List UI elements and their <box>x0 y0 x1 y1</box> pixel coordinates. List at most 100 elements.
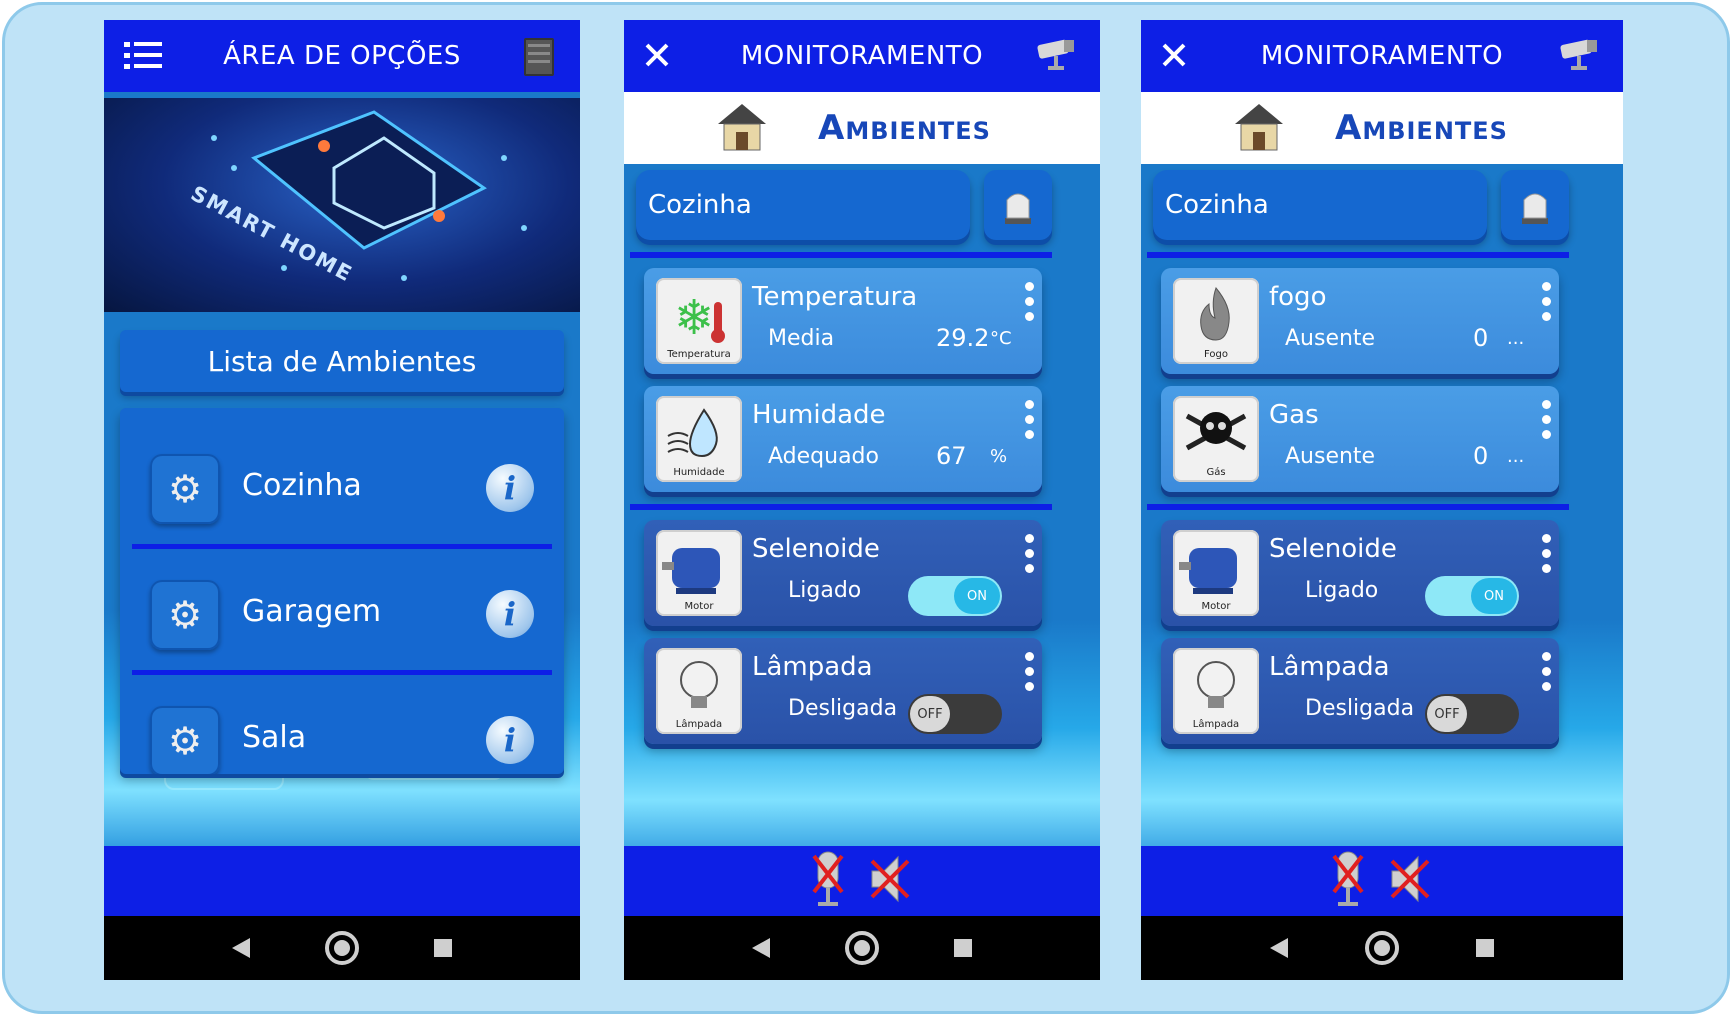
actuator-title: Selenoide <box>1269 534 1397 564</box>
humidity-icon: Humidade <box>656 396 742 482</box>
house-icon <box>1231 98 1287 158</box>
home-icon[interactable] <box>844 931 879 965</box>
power-toggle[interactable]: ON <box>1425 576 1519 616</box>
divider <box>630 504 1052 510</box>
sensor-card-gas[interactable]: Gás Gas Ausente 0 ... <box>1161 386 1559 492</box>
gear-icon[interactable]: ⚙ <box>150 454 220 524</box>
actuator-title: Selenoide <box>752 534 880 564</box>
microphone-muted-icon[interactable] <box>1330 848 1366 914</box>
recent-apps-icon[interactable] <box>434 939 453 957</box>
divider <box>630 252 1052 258</box>
list-item[interactable]: ⚙ Garagem i <box>120 534 564 658</box>
speaker-muted-icon[interactable] <box>866 851 914 911</box>
sensor-title: Temperatura <box>752 282 918 312</box>
sensor-card-humidity[interactable]: Humidade Humidade Adequado 67 % <box>644 386 1042 492</box>
temperature-icon: ❄ Temperatura <box>656 278 742 364</box>
system-nav-bar <box>104 916 580 980</box>
divider <box>1147 504 1569 510</box>
more-options-icon[interactable] <box>1542 282 1551 321</box>
environment-name: Cozinha <box>242 468 362 503</box>
actuator-title: Lâmpada <box>752 652 873 682</box>
environment-name: Sala <box>242 720 307 755</box>
environment-list: ⚙ Cozinha i ⚙ Garagem i ⚙ Sala i <box>120 408 564 774</box>
sensor-unit: °C <box>990 328 1012 349</box>
speaker-muted-icon[interactable] <box>1386 851 1434 911</box>
camera-icon[interactable] <box>1034 34 1078 81</box>
gear-icon[interactable]: ⚙ <box>150 580 220 650</box>
fire-icon: Fogo <box>1173 278 1259 364</box>
actuator-card-solenoid[interactable]: Motor Selenoide Ligado ON <box>644 520 1042 626</box>
alarm-icon[interactable] <box>1501 170 1569 240</box>
alarm-icon[interactable] <box>984 170 1052 240</box>
toggle-label: OFF <box>910 696 950 732</box>
bottom-bar <box>1141 846 1623 916</box>
microphone-muted-icon[interactable] <box>810 848 846 914</box>
info-icon[interactable]: i <box>486 716 534 764</box>
more-options-icon[interactable] <box>1025 400 1034 439</box>
monitoring-screen-2: MONITORAMENTO Ambientes Cozinha Fogo fog… <box>1141 20 1623 980</box>
actuator-status: Ligado <box>788 578 862 603</box>
camera-icon[interactable] <box>1557 34 1601 81</box>
sensor-status: Adequado <box>768 444 879 469</box>
sensor-title: fogo <box>1269 282 1327 312</box>
power-toggle[interactable]: OFF <box>908 694 1002 734</box>
environment-list-header: Lista de Ambientes <box>120 330 564 392</box>
sensor-unit: % <box>990 446 1008 467</box>
tile-caption: Motor <box>1201 601 1231 612</box>
home-icon[interactable] <box>324 931 359 965</box>
gear-icon[interactable]: ⚙ <box>150 706 220 774</box>
motor-icon: Motor <box>1173 530 1259 616</box>
actuator-card-lamp[interactable]: Lâmpada Lâmpada Desligada OFF <box>1161 638 1559 744</box>
actuator-card-solenoid[interactable]: Motor Selenoide Ligado ON <box>1161 520 1559 626</box>
close-icon[interactable] <box>644 42 670 75</box>
monitoring-screen-1: MONITORAMENTO Ambientes Cozinha ❄ Temper… <box>624 20 1100 980</box>
server-icon[interactable] <box>522 34 558 85</box>
power-toggle[interactable]: OFF <box>1425 694 1519 734</box>
sensor-title: Gas <box>1269 400 1319 430</box>
recent-apps-icon[interactable] <box>954 939 973 957</box>
actuator-status: Ligado <box>1305 578 1379 603</box>
tile-caption: Gás <box>1206 467 1226 478</box>
sensor-status: Ausente <box>1285 444 1376 469</box>
skull-icon: Gás <box>1173 396 1259 482</box>
info-icon[interactable]: i <box>486 464 534 512</box>
home-icon[interactable] <box>1364 931 1399 965</box>
lightbulb-icon: Lâmpada <box>1173 648 1259 734</box>
sensor-value: 29.2 <box>936 324 990 352</box>
list-item[interactable]: ⚙ Sala i <box>120 660 564 774</box>
sensor-card-temperature[interactable]: ❄ Temperatura Temperatura Media 29.2 °C <box>644 268 1042 374</box>
more-options-icon[interactable] <box>1542 652 1551 691</box>
sensor-card-fire[interactable]: Fogo fogo Ausente 0 ... <box>1161 268 1559 374</box>
list-item[interactable]: ⚙ Cozinha i <box>120 408 564 532</box>
menu-icon[interactable] <box>124 40 162 79</box>
lightbulb-icon: Lâmpada <box>656 648 742 734</box>
smart-home-banner: SMART HOME <box>104 98 580 312</box>
power-toggle[interactable]: ON <box>908 576 1002 616</box>
tile-caption: Motor <box>684 601 714 612</box>
actuator-card-lamp[interactable]: Lâmpada Lâmpada Desligada OFF <box>644 638 1042 744</box>
back-icon[interactable] <box>231 938 250 958</box>
back-icon[interactable] <box>751 938 770 958</box>
sensor-status: Ausente <box>1285 326 1376 351</box>
more-options-icon[interactable] <box>1542 400 1551 439</box>
section-title: Ambientes <box>818 108 991 148</box>
close-icon[interactable] <box>1161 42 1187 75</box>
more-options-icon[interactable] <box>1025 534 1034 573</box>
room-selector[interactable]: Cozinha <box>1153 170 1487 240</box>
sensor-title: Humidade <box>752 400 886 430</box>
tile-caption: Lâmpada <box>675 719 723 730</box>
sensor-status: Media <box>768 326 835 351</box>
back-icon[interactable] <box>1269 938 1288 958</box>
toggle-label: ON <box>954 578 1000 614</box>
recent-apps-icon[interactable] <box>1476 939 1495 957</box>
tile-caption: Temperatura <box>667 349 731 360</box>
top-bar: ÁREA DE OPÇÕES <box>104 20 580 92</box>
more-options-icon[interactable] <box>1025 282 1034 321</box>
sensor-unit: ... <box>1507 328 1525 349</box>
info-icon[interactable]: i <box>486 590 534 638</box>
more-options-icon[interactable] <box>1542 534 1551 573</box>
more-options-icon[interactable] <box>1025 652 1034 691</box>
page-title: ÁREA DE OPÇÕES <box>223 41 461 71</box>
room-selector[interactable]: Cozinha <box>636 170 970 240</box>
actuator-status: Desligada <box>788 696 898 721</box>
